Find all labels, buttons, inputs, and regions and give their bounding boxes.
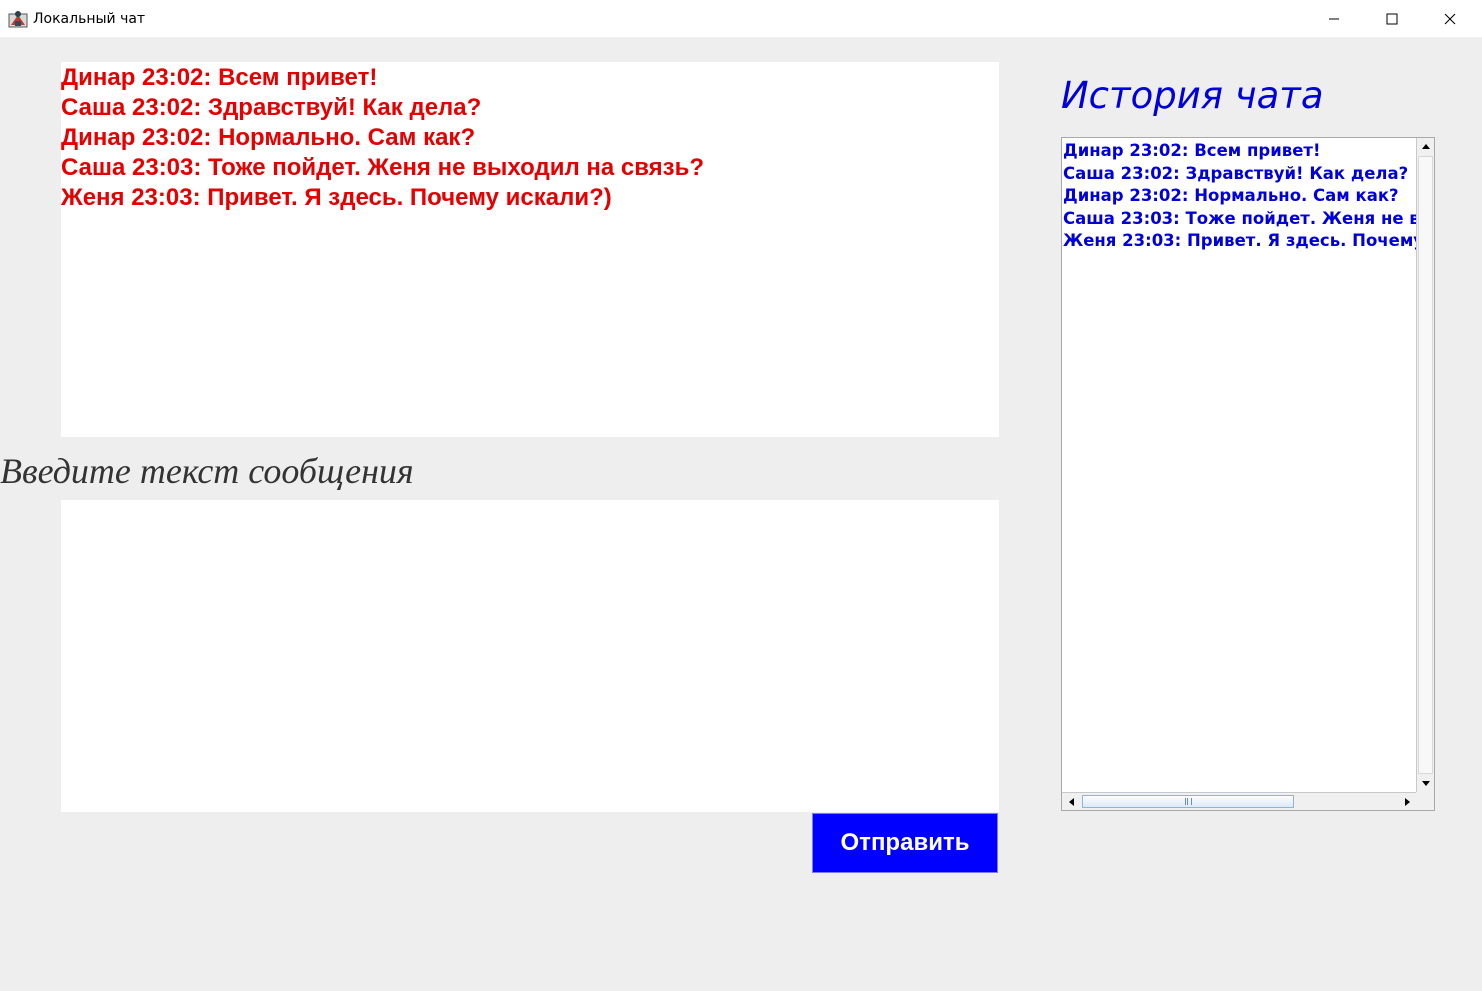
chat-message: Саша 23:03: Тоже пойдет. Женя не выходил… xyxy=(61,154,705,181)
vertical-scroll-track[interactable] xyxy=(1418,156,1433,774)
message-input[interactable] xyxy=(61,500,999,812)
chat-message: Саша 23:02: Здравствуй! Как дела? xyxy=(61,94,482,121)
chat-display[interactable]: Динар 23:02: Всем привет! Саша 23:02: Зд… xyxy=(61,62,999,437)
maximize-button[interactable] xyxy=(1363,0,1421,38)
send-button[interactable]: Отправить xyxy=(812,813,998,873)
chat-message: Динар 23:02: Нормально. Сам как? xyxy=(61,124,476,151)
history-message: Женя 23:03: Привет. Я здесь. Почему иска… xyxy=(1063,231,1416,250)
scroll-left-button[interactable] xyxy=(1062,793,1080,810)
arrow-left-icon xyxy=(1068,797,1074,806)
java-app-icon xyxy=(8,11,28,28)
grip-icon xyxy=(1184,798,1192,805)
window-title: Локальный чат xyxy=(33,11,146,27)
title-bar: Локальный чат xyxy=(0,0,1482,38)
history-message: Динар 23:02: Всем привет! xyxy=(1063,141,1321,160)
scroll-up-button[interactable] xyxy=(1417,138,1434,155)
arrow-down-icon xyxy=(1421,781,1430,786)
close-button[interactable] xyxy=(1421,0,1479,38)
arrow-right-icon xyxy=(1404,797,1410,806)
arrow-up-icon xyxy=(1421,144,1430,149)
minimize-icon xyxy=(1329,18,1339,20)
scroll-right-button[interactable] xyxy=(1398,793,1416,810)
scroll-down-button[interactable] xyxy=(1417,775,1434,792)
chat-message: Женя 23:03: Привет. Я здесь. Почему иска… xyxy=(61,184,612,211)
message-input-label: Введите текст сообщения xyxy=(0,451,414,491)
history-horizontal-scrollbar[interactable] xyxy=(1062,792,1416,810)
history-vertical-scrollbar[interactable] xyxy=(1416,138,1434,792)
minimize-button[interactable] xyxy=(1305,0,1363,38)
chat-message: Динар 23:02: Всем привет! xyxy=(61,64,378,91)
history-message: Саша 23:02: Здравствуй! Как дела? xyxy=(1063,163,1409,183)
history-panel[interactable]: Динар 23:02: Всем привет! Саша 23:02: Зд… xyxy=(1061,137,1435,811)
scrollbar-corner xyxy=(1416,792,1434,810)
close-icon xyxy=(1444,13,1456,25)
horizontal-scroll-thumb[interactable] xyxy=(1082,795,1294,808)
history-list: Динар 23:02: Всем привет! Саша 23:02: Зд… xyxy=(1062,138,1416,792)
history-message: Саша 23:03: Тоже пойдет. Женя не выходил… xyxy=(1063,208,1416,228)
history-message: Динар 23:02: Нормально. Сам как? xyxy=(1063,186,1399,205)
maximize-icon xyxy=(1386,13,1398,25)
history-title: История чата xyxy=(1061,74,1324,117)
